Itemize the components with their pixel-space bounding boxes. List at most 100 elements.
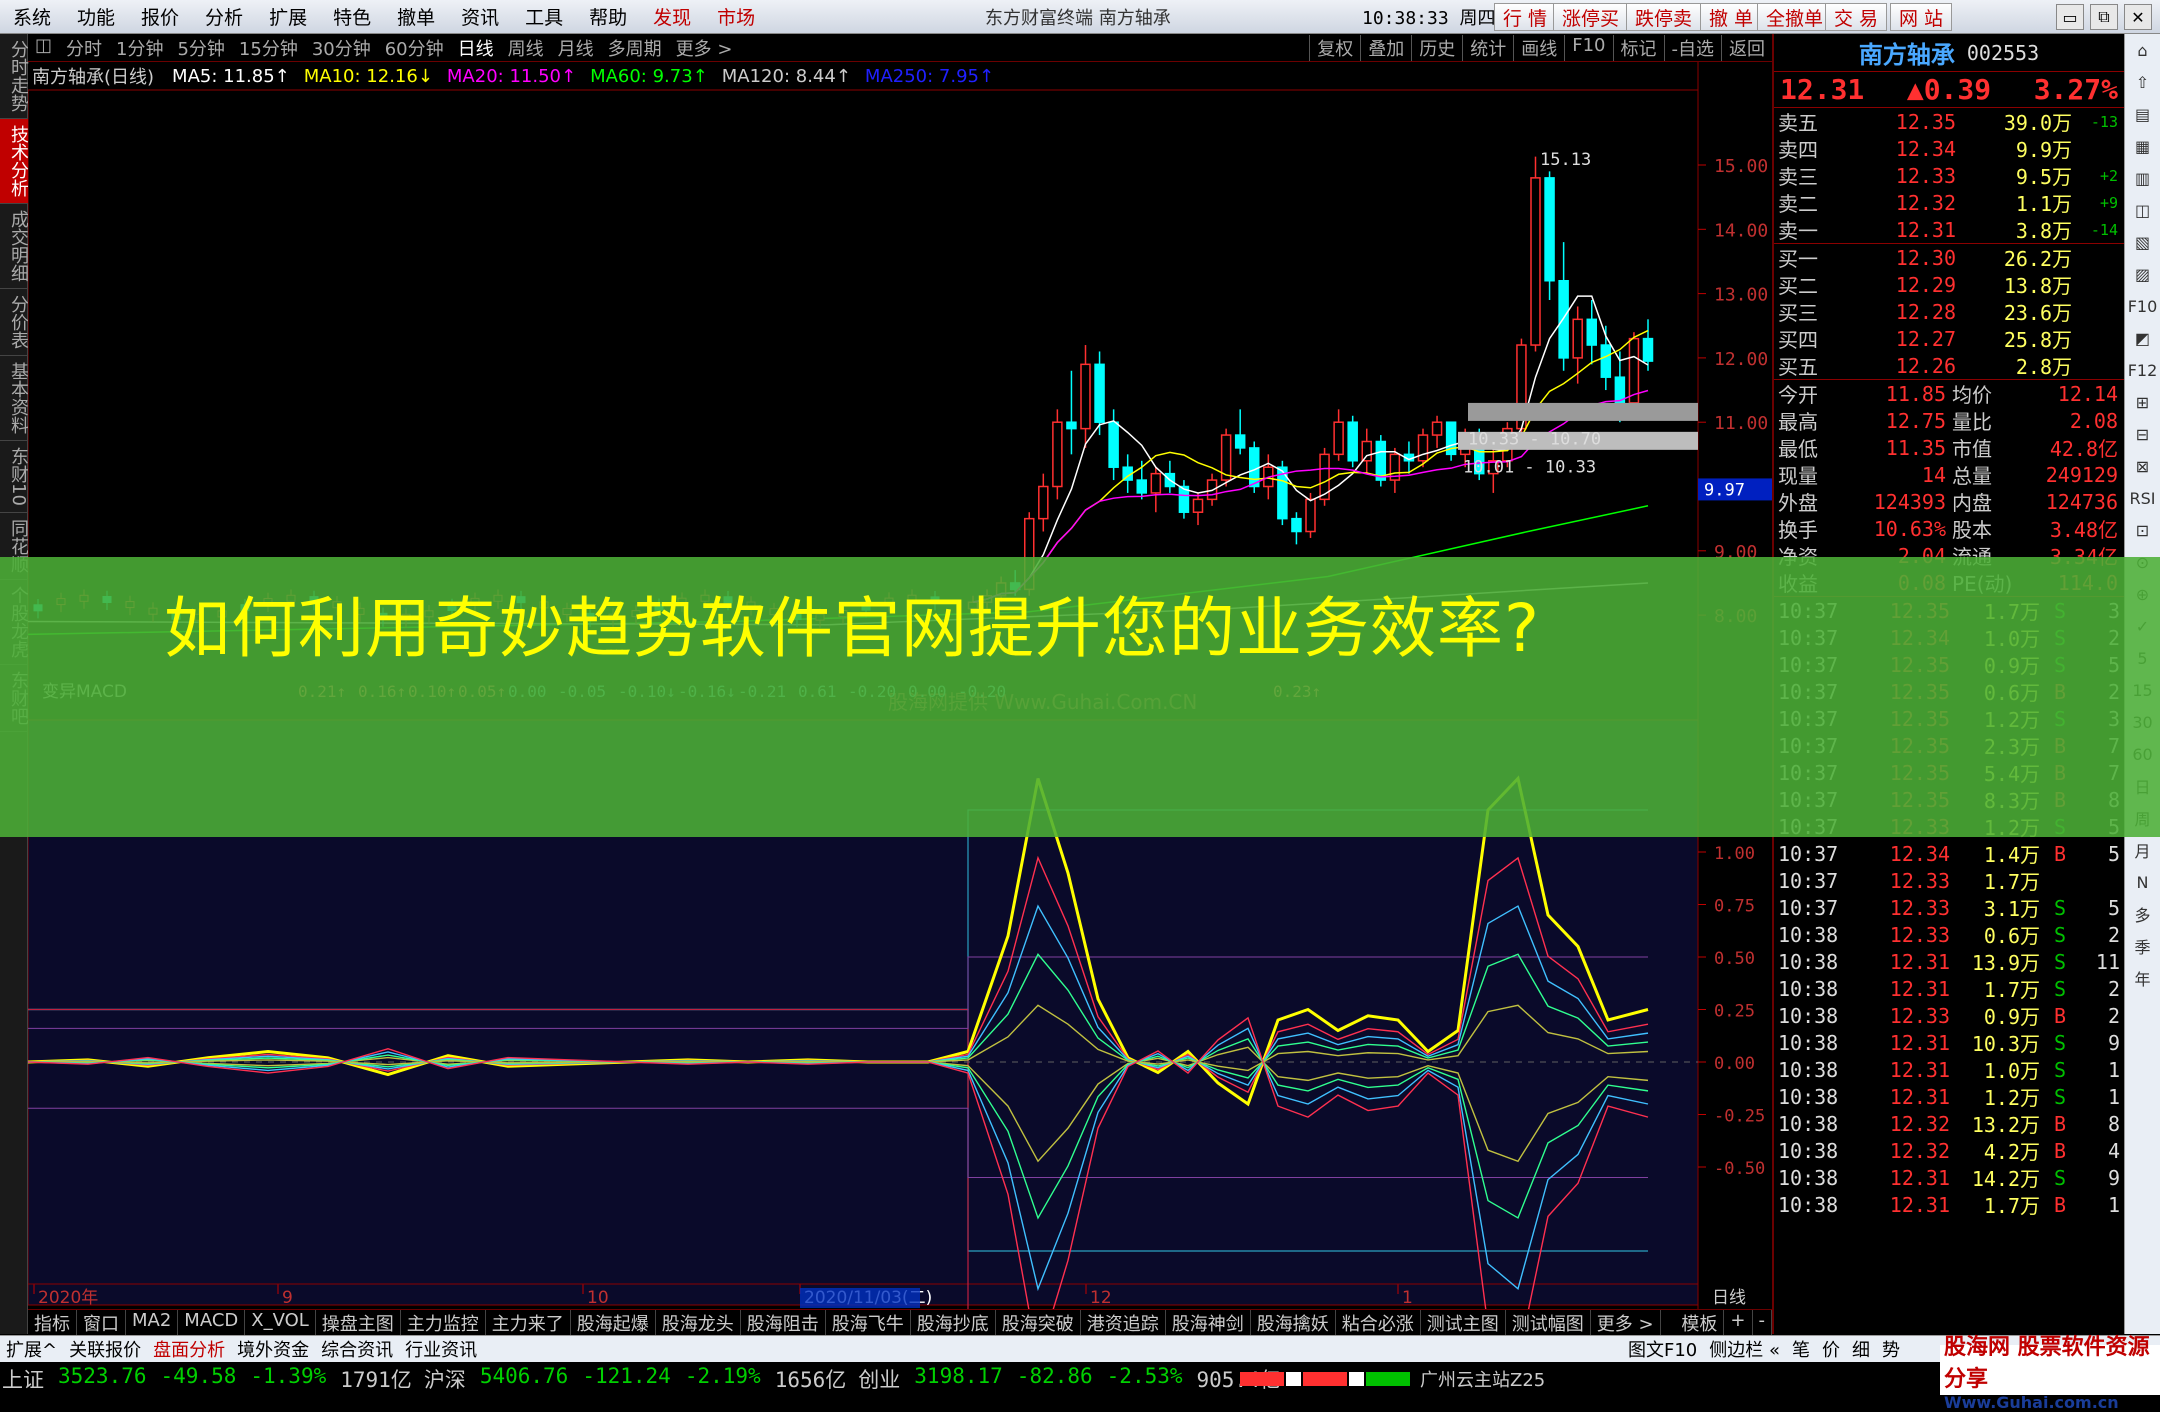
period-tab[interactable]: 月线: [551, 35, 601, 61]
quick-button[interactable]: 网 站: [1890, 3, 1953, 31]
sidebar-icon[interactable]: ▨: [2125, 258, 2160, 290]
left-tab[interactable]: 分时走势: [0, 34, 29, 119]
left-tab[interactable]: 分价表: [0, 289, 29, 356]
sidebar-icon[interactable]: 季: [2125, 930, 2160, 962]
period-tab[interactable]: 30分钟: [305, 35, 378, 61]
indicator-tab[interactable]: 操盘主图: [316, 1309, 401, 1336]
indicator-tab[interactable]: 股海龙头: [656, 1309, 741, 1336]
sidebar-icon[interactable]: F12: [2125, 354, 2160, 386]
chart-tool[interactable]: F10: [1564, 34, 1612, 61]
menu-item[interactable]: 分析: [192, 3, 256, 30]
indicator-tab[interactable]: 测试幅图: [1506, 1309, 1591, 1336]
indicator-tab[interactable]: 港资追踪: [1081, 1309, 1166, 1336]
indicator-tab[interactable]: 窗口: [77, 1309, 126, 1336]
window-button[interactable]: ⧉: [2090, 4, 2118, 30]
window-button[interactable]: ▭: [2056, 4, 2084, 30]
menu-item[interactable]: 工具: [512, 3, 576, 30]
indicator-tab[interactable]: 股海起爆: [571, 1309, 656, 1336]
chart-tool[interactable]: -自选: [1663, 34, 1722, 61]
index-item[interactable]: 沪深 5406.76 -121.24 -2.19% 1656亿: [422, 1364, 856, 1394]
menu-item[interactable]: 扩展: [256, 3, 320, 30]
period-tab[interactable]: 15分钟: [232, 35, 305, 61]
left-tab[interactable]: 东财10: [0, 441, 29, 513]
menu-item[interactable]: 资讯: [448, 3, 512, 30]
sidebar-icon[interactable]: RSI: [2125, 482, 2160, 514]
period-tab[interactable]: 更多 >: [669, 35, 740, 61]
sidebar-icon[interactable]: 多: [2125, 898, 2160, 930]
period-tab[interactable]: 多周期: [601, 35, 669, 61]
menu-item-highlight[interactable]: 市场: [704, 3, 768, 30]
index-item[interactable]: 创业 3198.17 -82.86 -2.53% 905.4亿: [856, 1364, 1290, 1394]
sidebar-icon[interactable]: ▦: [2125, 130, 2160, 162]
menu-item[interactable]: 报价: [128, 3, 192, 30]
indicator-tab[interactable]: 主力监控: [401, 1309, 486, 1336]
status-item[interactable]: 关联报价: [63, 1336, 147, 1362]
menu-item[interactable]: 特色: [320, 3, 384, 30]
status-right-item[interactable]: 价: [1816, 1336, 1846, 1362]
chart-tool[interactable]: 标记: [1612, 34, 1664, 61]
index-item[interactable]: 上证 3523.76 -49.58 -1.39% 1791亿: [0, 1364, 422, 1394]
indicator-tab[interactable]: 更多 >: [1591, 1309, 1661, 1336]
menu-item[interactable]: 撤单: [384, 3, 448, 30]
indicator-tab[interactable]: 股海抄底: [911, 1309, 996, 1336]
indicator-tab[interactable]: 股海阻击: [741, 1309, 826, 1336]
indicator-tab[interactable]: 粘合必涨: [1336, 1309, 1421, 1336]
period-tab[interactable]: 分时: [59, 35, 109, 61]
status-right-item[interactable]: 势: [1876, 1336, 1906, 1362]
status-right-item[interactable]: 细: [1846, 1336, 1876, 1362]
sidebar-icon[interactable]: ◫: [2125, 194, 2160, 226]
sidebar-icon[interactable]: ⊞: [2125, 386, 2160, 418]
sidebar-icon[interactable]: ⊡: [2125, 514, 2160, 546]
left-tab[interactable]: 技术分析: [0, 119, 29, 204]
sidebar-icon[interactable]: 年: [2125, 962, 2160, 994]
quick-button[interactable]: 行 情: [1494, 3, 1557, 31]
toolbar-toggle-icon[interactable]: ◫: [28, 35, 59, 61]
status-item[interactable]: 扩展^: [0, 1336, 63, 1362]
status-item[interactable]: 境外资金: [231, 1336, 315, 1362]
indicator-tab[interactable]: 测试主图: [1421, 1309, 1506, 1336]
quick-button[interactable]: 交 易: [1825, 3, 1888, 31]
quick-button[interactable]: 全撤单: [1757, 3, 1833, 31]
sidebar-icon[interactable]: ⊟: [2125, 418, 2160, 450]
status-right-item[interactable]: 笔: [1786, 1336, 1816, 1362]
chart-tool[interactable]: 历史: [1411, 34, 1462, 61]
period-tab[interactable]: 5分钟: [170, 35, 231, 61]
sidebar-icon[interactable]: F10: [2125, 290, 2160, 322]
sidebar-icon[interactable]: ▥: [2125, 162, 2160, 194]
sidebar-icon[interactable]: ▤: [2125, 98, 2160, 130]
chart-tool[interactable]: 画线: [1513, 34, 1564, 61]
indicator-tab[interactable]: 股海突破: [996, 1309, 1081, 1336]
sidebar-icon[interactable]: ⌂: [2125, 34, 2160, 66]
menu-item[interactable]: 帮助: [576, 3, 640, 30]
template-tab[interactable]: 模板: [1675, 1309, 1725, 1336]
menu-item[interactable]: 功能: [64, 3, 128, 30]
chart-tool[interactable]: 返回: [1721, 34, 1772, 61]
status-item[interactable]: 盘面分析: [147, 1336, 231, 1362]
indicator-tab[interactable]: MACD: [178, 1309, 246, 1336]
sidebar-icon[interactable]: ⊠: [2125, 450, 2160, 482]
status-right-item[interactable]: 图文F10: [1622, 1336, 1703, 1362]
sidebar-icon[interactable]: ▧: [2125, 226, 2160, 258]
indicator-tab[interactable]: X_VOL: [245, 1309, 316, 1336]
period-tab[interactable]: 1分钟: [109, 35, 170, 61]
sidebar-icon[interactable]: ⇧: [2125, 66, 2160, 98]
status-right-item[interactable]: 侧边栏 «: [1703, 1336, 1786, 1362]
template-tab[interactable]: -: [1753, 1309, 1772, 1336]
indicator-tab[interactable]: 指标: [28, 1309, 77, 1336]
quick-button[interactable]: 涨停买: [1553, 3, 1629, 31]
chart-tool[interactable]: 统计: [1462, 34, 1513, 61]
period-tab[interactable]: 60分钟: [378, 35, 451, 61]
indicator-tab[interactable]: 股海飞牛: [826, 1309, 911, 1336]
indicator-tab[interactable]: 主力来了: [486, 1309, 571, 1336]
chart-tool[interactable]: 叠加: [1360, 34, 1411, 61]
period-tab[interactable]: 周线: [501, 35, 551, 61]
sidebar-icon[interactable]: 月: [2125, 834, 2160, 866]
status-item[interactable]: 综合资讯: [315, 1336, 399, 1362]
left-tab[interactable]: 基本资料: [0, 356, 29, 441]
indicator-tab[interactable]: MA2: [126, 1309, 179, 1336]
sidebar-icon[interactable]: ◩: [2125, 322, 2160, 354]
indicator-tab[interactable]: 股海擒妖: [1251, 1309, 1336, 1336]
quick-button[interactable]: 撤 单: [1700, 3, 1763, 31]
sidebar-icon[interactable]: N: [2125, 866, 2160, 898]
left-tab[interactable]: 成交明细: [0, 204, 29, 289]
